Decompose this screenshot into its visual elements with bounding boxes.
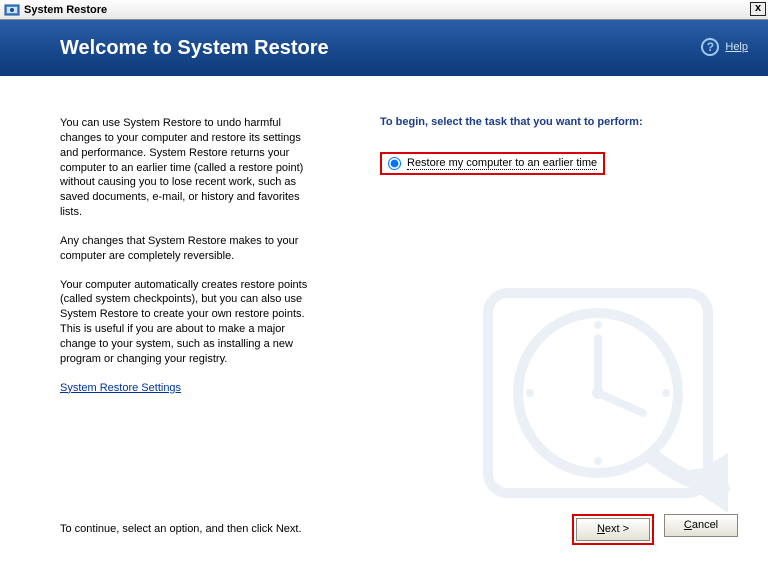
info-paragraph-3: Your computer automatically creates rest… (60, 278, 320, 367)
footer: To continue, select an option, and then … (0, 509, 768, 549)
task-column: To begin, select the task that you want … (340, 116, 768, 503)
cancel-button[interactable]: Cancel (664, 514, 738, 537)
page-title: Welcome to System Restore (60, 37, 329, 60)
next-button-highlight: Next > (572, 514, 654, 545)
titlebar-title: System Restore (24, 4, 107, 16)
help-link[interactable]: ? Help (701, 38, 748, 56)
option-restore-radio[interactable] (388, 157, 401, 170)
info-column: You can use System Restore to undo harmf… (0, 116, 340, 503)
info-paragraph-2: Any changes that System Restore makes to… (60, 234, 320, 264)
task-prompt: To begin, select the task that you want … (380, 116, 738, 128)
footer-instruction: To continue, select an option, and then … (60, 523, 302, 535)
option-restore-label: Restore my computer to an earlier time (407, 157, 597, 170)
close-button[interactable]: x (750, 2, 766, 16)
titlebar: System Restore x (0, 0, 768, 20)
system-restore-settings-link[interactable]: System Restore Settings (60, 382, 181, 394)
info-paragraph-1: You can use System Restore to undo harmf… (60, 116, 320, 220)
next-button[interactable]: Next > (576, 518, 650, 541)
clock-watermark-icon (468, 253, 748, 533)
header: Welcome to System Restore ? Help (0, 20, 768, 76)
footer-buttons: Next > Cancel (572, 514, 738, 545)
help-label: Help (725, 41, 748, 53)
option-restore-earlier-time[interactable]: Restore my computer to an earlier time (380, 152, 605, 175)
help-icon: ? (701, 38, 719, 56)
content: You can use System Restore to undo harmf… (0, 76, 768, 503)
app-icon (4, 2, 20, 18)
